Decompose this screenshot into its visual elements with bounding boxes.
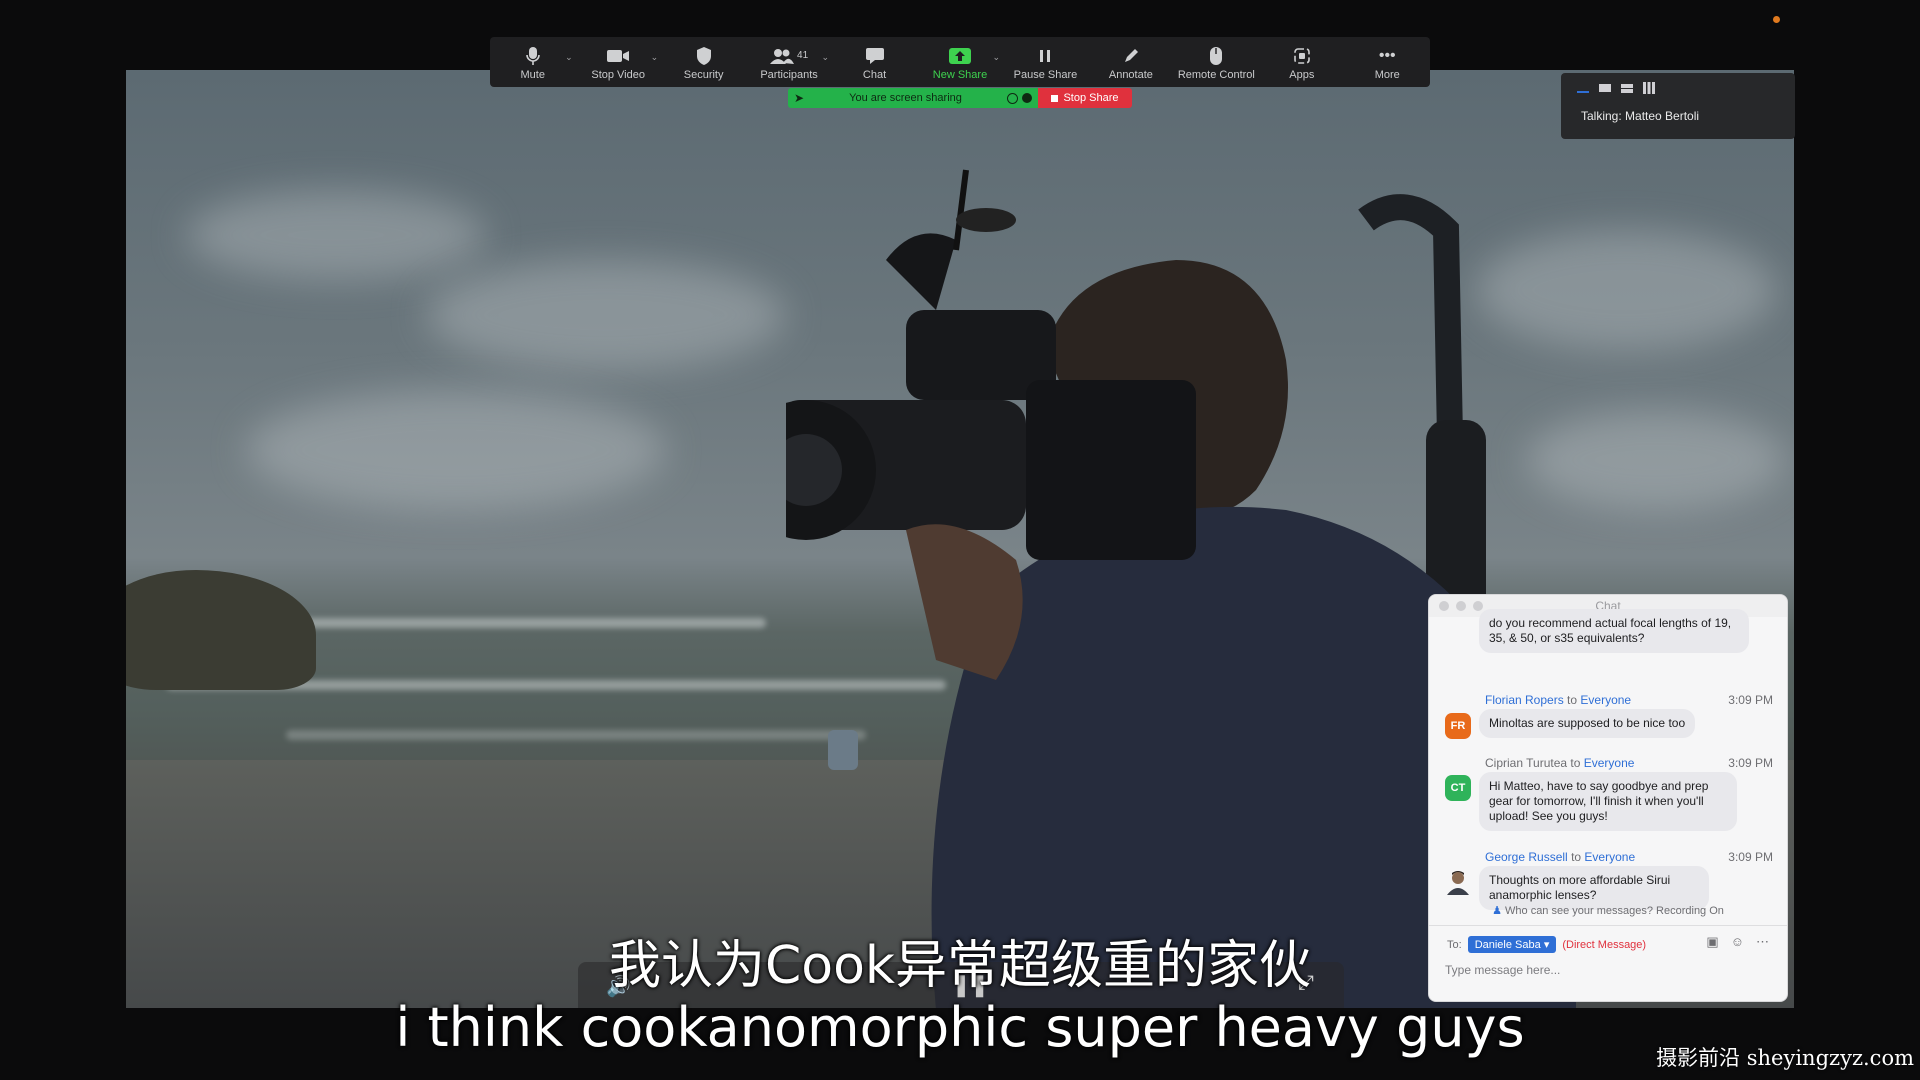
cloud (246, 390, 666, 510)
chat-message-bubble: Minoltas are supposed to be nice too (1479, 709, 1696, 738)
zoom-window-button[interactable] (1473, 601, 1483, 611)
participants-button[interactable]: 41 ⌄ Participants (747, 44, 831, 81)
pencil-icon (1122, 44, 1140, 68)
new-share-button[interactable]: ⌄ New Share (918, 44, 1002, 81)
video-camera-icon (606, 44, 630, 68)
apps-icon (1293, 44, 1311, 68)
pause-icon (1037, 44, 1053, 68)
sender-name[interactable]: George Russell (1485, 850, 1568, 864)
remote-control-button[interactable]: Remote Control (1174, 44, 1258, 81)
minimize-window-button[interactable] (1456, 601, 1466, 611)
security-button[interactable]: Security (662, 44, 746, 81)
pause-share-label: Pause Share (1013, 68, 1078, 81)
message-header: Ciprian Turutea to Everyone (1485, 756, 1634, 770)
message-header: George Russell to Everyone (1485, 850, 1635, 864)
chat-message-bubble: Hi Matteo, have to say goodbye and prep … (1479, 772, 1737, 831)
apps-button[interactable]: Apps (1260, 44, 1344, 81)
talking-indicator: Talking: Matteo Bertoli (1581, 109, 1700, 123)
avatar: FR (1445, 713, 1471, 739)
message-time: 3:09 PM (1728, 693, 1773, 707)
screen-sharing-bar: ➤ You are screen sharing Stop Share (788, 88, 1132, 108)
microphone-icon (525, 44, 540, 68)
remote-control-label: Remote Control (1177, 68, 1255, 81)
mute-button[interactable]: ⌄ Mute (491, 44, 575, 81)
window-controls (1439, 601, 1483, 611)
chat-messages: do you recommend actual focal lengths of… (1429, 609, 1787, 917)
close-window-button[interactable] (1439, 601, 1449, 611)
participants-count: 41 (797, 50, 809, 61)
participants-icon: 41 (770, 44, 808, 68)
message-time: 3:09 PM (1728, 850, 1773, 864)
rock (126, 570, 316, 690)
watermark-text: 摄影前沿 sheyingzyz.com (1656, 1046, 1914, 1070)
audience-name: Everyone (1580, 693, 1632, 707)
avatar-photo (1445, 869, 1471, 895)
stop-share-button[interactable]: Stop Share (1038, 88, 1132, 108)
subtitle-chinese: 我认为Cook异常超级重的家伙 (608, 936, 1312, 996)
message-header: Florian Ropers to Everyone (1485, 693, 1631, 707)
pause-share-button[interactable]: Pause Share (1003, 44, 1087, 81)
share-screen-icon (948, 44, 972, 68)
shield-icon (695, 44, 713, 68)
security-label: Security (683, 68, 724, 81)
audience-name: Everyone (1583, 756, 1635, 770)
mouse-icon (1209, 44, 1223, 68)
chat-message-bubble: do you recommend actual focal lengths of… (1479, 609, 1749, 653)
sender-name[interactable]: Florian Ropers (1485, 693, 1564, 707)
cloud (186, 190, 486, 280)
view-mode-icons (1561, 73, 1795, 103)
more-button[interactable]: ••• More (1345, 44, 1429, 81)
recording-indicator-dot (1773, 16, 1780, 23)
to-text: to (1571, 850, 1582, 864)
annotate-label: Annotate (1108, 68, 1153, 81)
participants-label: Participants (760, 68, 818, 81)
people-icon: ♟ (1492, 905, 1502, 917)
floating-video-panel: Talking: Matteo Bertoli (1561, 73, 1795, 139)
stop-square-icon (1051, 94, 1059, 102)
message-visibility-notice[interactable]: ♟ Who can see your messages? Recording O… (1429, 904, 1787, 917)
grid-view-icon[interactable] (1643, 82, 1655, 94)
shield-check-icon[interactable] (1021, 92, 1032, 103)
message-time: 3:09 PM (1728, 756, 1773, 770)
chevron-down-icon[interactable]: ⌄ (651, 52, 659, 63)
mute-label: Mute (520, 68, 545, 81)
sharing-status: ➤ You are screen sharing (788, 88, 1038, 108)
apps-label: Apps (1289, 68, 1315, 81)
annotate-button[interactable]: Annotate (1089, 44, 1173, 81)
chevron-down-icon[interactable]: ⌄ (822, 52, 830, 63)
sharing-status-text: You are screen sharing (849, 92, 962, 104)
cloud (426, 260, 786, 370)
stop-video-button[interactable]: ⌄ Stop Video (576, 44, 660, 81)
subtitle-english: i think cookanomorphic super heavy guys (395, 996, 1525, 1059)
to-text: to (1567, 693, 1578, 707)
chevron-down-icon[interactable]: ⌄ (992, 52, 1000, 63)
meeting-toolbar: ⌄ Mute ⌄ Stop Video Security 41 ⌄ Partic… (490, 37, 1430, 87)
chat-button[interactable]: Chat (833, 44, 917, 81)
chevron-down-icon[interactable]: ⌄ (565, 52, 573, 63)
circle-icon[interactable] (1006, 92, 1018, 104)
more-label: More (1374, 68, 1400, 81)
audience-name: Everyone (1584, 850, 1636, 864)
chat-label: Chat (862, 68, 887, 81)
more-dots-icon: ••• (1378, 46, 1396, 64)
chat-bubble-icon (865, 44, 885, 68)
sender-name[interactable]: Ciprian Turutea (1485, 756, 1567, 770)
pin-icon[interactable]: ➤ (794, 91, 804, 105)
minimize-icon[interactable] (1577, 91, 1589, 93)
new-share-label: New Share (932, 68, 988, 81)
wave (246, 618, 766, 628)
stop-video-label: Stop Video (591, 68, 645, 81)
wave (286, 730, 866, 740)
avatar: CT (1445, 775, 1471, 801)
to-text: to (1570, 756, 1581, 770)
single-view-icon[interactable] (1599, 84, 1611, 92)
notice-text: Who can see your messages? Recording On (1505, 905, 1724, 917)
stop-share-label: Stop Share (1063, 92, 1119, 104)
stacked-view-icon[interactable] (1621, 83, 1633, 93)
